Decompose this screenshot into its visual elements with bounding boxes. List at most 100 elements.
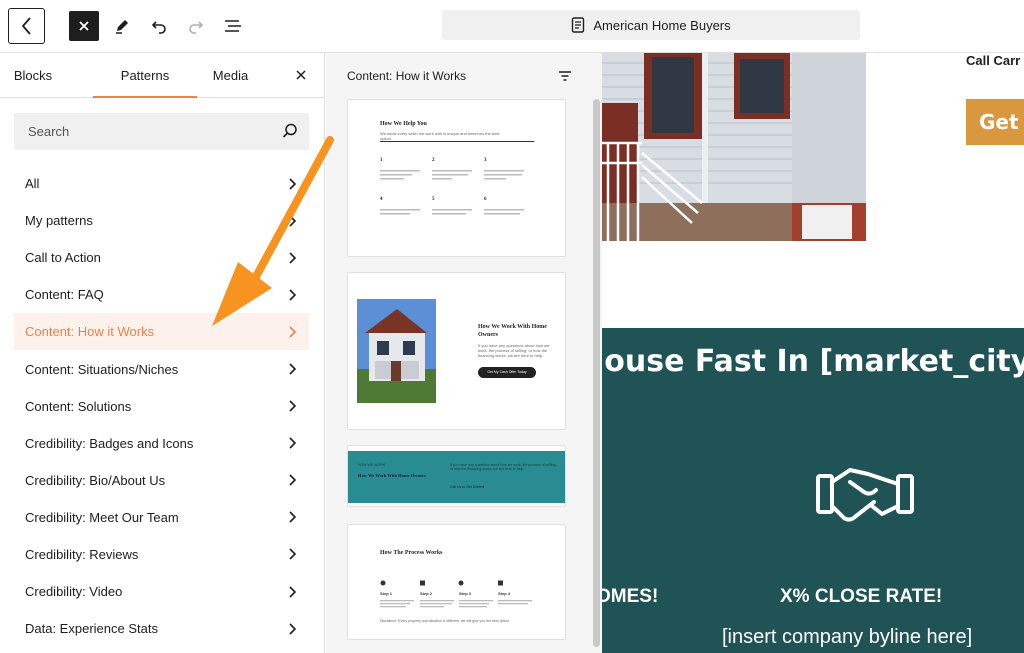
chevron-right-icon	[289, 252, 297, 264]
category-label: Credibility: Bio/About Us	[25, 472, 166, 488]
category-label: Content: Solutions	[25, 398, 132, 414]
pattern-title: How We Work With Home Owners	[478, 324, 547, 338]
teal-banner: HOW WE WORK How We Work With Home Owners…	[348, 451, 565, 503]
chevron-right-icon	[289, 326, 297, 338]
list-view-icon	[225, 20, 241, 32]
chevron-right-icon	[289, 623, 297, 635]
step-number: 2	[432, 158, 435, 163]
document-title-bar[interactable]: American Home Buyers	[442, 10, 860, 40]
pattern-kicker: HOW WE WORK	[358, 463, 386, 467]
pattern-card-how-we-work[interactable]: How We Work With Home Owners If you have…	[347, 272, 566, 430]
category-credibility-video[interactable]: Credibility: Video	[14, 573, 309, 610]
filter-icon[interactable]	[558, 69, 572, 83]
step-label: Step 1	[380, 591, 393, 596]
call-text: Call Carr	[966, 53, 1021, 68]
category-label: Content: Situations/Niches	[25, 361, 179, 377]
chevron-right-icon	[289, 586, 297, 598]
category-credibility-reviews[interactable]: Credibility: Reviews	[14, 536, 309, 573]
chevron-left-icon	[21, 17, 31, 35]
category-label: Call to Action	[25, 250, 101, 266]
teal-section: louse Fast In [market_city] OMES! X% CLO…	[602, 328, 1024, 653]
placeholder-text-lines	[380, 170, 524, 215]
company-byline: [insert company byline here]	[722, 626, 973, 648]
category-credibility-meet-our-team[interactable]: Credibility: Meet Our Team	[14, 499, 309, 536]
get-offer-button[interactable]: Get N	[966, 99, 1024, 145]
pattern-card-process-works[interactable]: How The Process Works Step 1 Step 2 Step…	[347, 524, 566, 640]
category-data-experience-stats[interactable]: Data: Experience Stats	[14, 610, 309, 647]
document-overview-button[interactable]	[218, 11, 248, 41]
step-number: 1	[380, 158, 383, 163]
pattern-link: Call Us to Get Started	[450, 485, 485, 489]
step-label: Step 4	[498, 591, 511, 596]
editor-canvas: Call Carr Get N louse Fast In [market_ci…	[602, 53, 1024, 653]
chevron-right-icon	[289, 289, 297, 301]
close-inserter-button[interactable]	[69, 11, 99, 41]
editor-toolbar: American Home Buyers	[0, 0, 1024, 53]
chevron-right-icon	[289, 400, 297, 412]
placeholder-text-lines	[380, 600, 532, 608]
category-content-situations-niches[interactable]: Content: Situations/Niches	[14, 350, 309, 387]
inserter-tabs: Blocks Patterns Media	[0, 53, 324, 98]
house-photo	[602, 53, 866, 241]
house-photo	[357, 299, 436, 403]
chevron-right-icon	[289, 363, 297, 375]
pattern-search	[14, 113, 309, 150]
tab-media[interactable]: Media	[197, 53, 264, 98]
category-my-patterns[interactable]: My patterns	[14, 202, 309, 239]
category-label: Data: Experience Stats	[25, 621, 158, 637]
category-label: Content: How it Works	[25, 324, 155, 340]
pattern-category-list: All My patterns Call to Action Content: …	[14, 165, 309, 647]
chevron-right-icon	[289, 215, 297, 227]
back-button[interactable]	[8, 8, 45, 44]
category-label: All	[25, 176, 40, 192]
tab-patterns[interactable]: Patterns	[93, 53, 197, 98]
category-label: Credibility: Badges and Icons	[25, 435, 194, 451]
pattern-body: If you have any questions about how we w…	[450, 463, 557, 471]
category-label: Credibility: Video	[25, 584, 123, 600]
close-panel-button[interactable]	[292, 66, 310, 84]
redo-icon	[189, 21, 204, 34]
close-icon	[296, 70, 306, 80]
category-label: Credibility: Reviews	[25, 546, 139, 562]
chevron-right-icon	[289, 437, 297, 449]
undo-button[interactable]	[144, 11, 174, 41]
pattern-footer: Disclaimer: Every property and situation…	[380, 619, 511, 623]
pencil-icon	[116, 20, 128, 34]
tab-blocks[interactable]: Blocks	[0, 53, 66, 98]
block-inserter-panel: Blocks Patterns Media All My patterns Ca…	[0, 53, 325, 653]
pattern-cta-button: Get My Cash Offer Today	[478, 367, 536, 378]
page-icon	[572, 17, 585, 33]
redo-button[interactable]	[181, 11, 211, 41]
category-credibility-bio-about-us[interactable]: Credibility: Bio/About Us	[14, 462, 309, 499]
pattern-title: How We Help You	[380, 121, 427, 127]
step-number: 3	[484, 158, 487, 163]
undo-icon	[151, 21, 166, 34]
category-call-to-action[interactable]: Call to Action	[14, 239, 309, 276]
document-title: American Home Buyers	[593, 17, 731, 33]
pattern-card-how-we-help[interactable]: How We Help You We know every seller we …	[347, 99, 566, 257]
close-icon	[79, 21, 89, 31]
category-label: My patterns	[25, 213, 93, 229]
category-label: Content: FAQ	[25, 287, 104, 303]
pattern-intro: We know every seller we work with is uni…	[380, 131, 500, 141]
pattern-title: How We Work With Home Owners	[358, 473, 426, 478]
category-credibility-badges-icons[interactable]: Credibility: Badges and Icons	[14, 425, 309, 462]
pattern-title: How The Process Works	[380, 550, 443, 556]
category-content-solutions[interactable]: Content: Solutions	[14, 388, 309, 425]
step-icons	[380, 580, 503, 586]
category-label: Credibility: Meet Our Team	[25, 509, 179, 525]
tools-button[interactable]	[107, 11, 137, 41]
category-content-how-it-works[interactable]: Content: How it Works	[14, 313, 309, 351]
category-content-faq[interactable]: Content: FAQ	[14, 276, 309, 313]
category-all[interactable]: All	[14, 165, 309, 202]
pattern-scrollbar[interactable]	[593, 99, 600, 647]
chevron-right-icon	[289, 177, 297, 190]
chevron-right-icon	[289, 511, 297, 523]
pattern-card-teal-banner[interactable]: HOW WE WORK How We Work With Home Owners…	[347, 445, 566, 507]
stat-homes: OMES!	[602, 586, 659, 607]
pattern-category-heading: Content: How it Works	[347, 69, 467, 83]
step-label: Step 3	[459, 591, 472, 596]
divider	[380, 141, 534, 142]
step-label: Step 2	[420, 591, 433, 596]
search-input[interactable]	[14, 113, 309, 150]
